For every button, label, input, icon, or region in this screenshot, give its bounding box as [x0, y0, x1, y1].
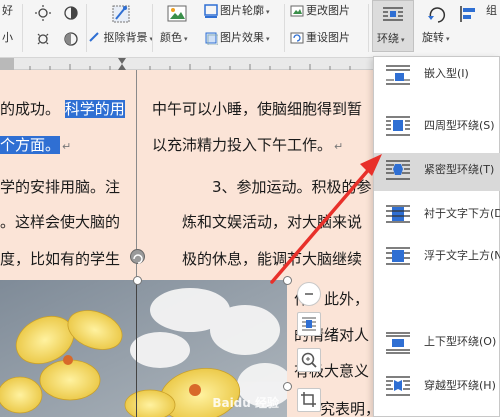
change-picture-button[interactable]: 更改图片: [306, 4, 350, 18]
zoom-in-icon: [301, 352, 317, 368]
crop-picture-button[interactable]: [297, 388, 321, 412]
collapse-tool-button[interactable]: [297, 282, 321, 306]
picture-outline-button[interactable]: 图片轮廓 ▾: [220, 4, 270, 19]
tight-wrap-icon: [386, 160, 410, 180]
rotation-handle[interactable]: [130, 249, 145, 264]
reset-picture-icon: [290, 32, 304, 44]
change-picture-icon: [290, 5, 304, 17]
right-line-1[interactable]: 中午可以小睡，使脑细胞得到暂: [152, 100, 362, 118]
left-line-2[interactable]: 个方面。 ↵: [0, 136, 71, 156]
rotate-handle-icon: [133, 254, 143, 264]
column-separator-over-picture: [136, 280, 137, 417]
document-page[interactable]: 的成功。 科学的用 个方面。 ↵ 学的安排用脑。注 。这样会使大脑的 度，比如有的…: [0, 70, 380, 417]
remove-background-small-icon: [89, 32, 99, 42]
right-line-5[interactable]: 极的休息，能调节大脑继续: [182, 250, 362, 268]
resize-handle-right[interactable]: [283, 382, 292, 391]
ribbon-divider: [368, 4, 369, 52]
wrap-text-button[interactable]: 环绕 ▾: [372, 0, 414, 52]
selected-picture[interactable]: Baidu 经验: [0, 280, 287, 417]
ribbon-divider: [152, 4, 153, 52]
wrapped-line-4[interactable]: 究表明，情绪的: [320, 400, 380, 417]
align-icon[interactable]: [458, 4, 478, 24]
ribbon-divider: [284, 4, 285, 52]
menu-item-square[interactable]: 四周型环绕(S): [374, 109, 500, 145]
brightness-up-icon[interactable]: [34, 4, 52, 22]
layout-options-icon: [302, 317, 316, 331]
minus-icon: [305, 293, 313, 295]
menu-item-in-front-of-text[interactable]: 浮于文字上方(N): [374, 239, 500, 275]
reset-picture-button[interactable]: 重设图片: [306, 31, 350, 45]
align-button[interactable]: 组: [486, 4, 497, 18]
left-line-5[interactable]: 度，比如有的学生: [0, 250, 120, 268]
left-line-1[interactable]: 的成功。 科学的用: [0, 100, 125, 118]
crop-icon: [301, 392, 316, 407]
right-line-4[interactable]: 炼和文娱活动，对大脑来说: [182, 213, 362, 231]
picture-effects-icon: [205, 32, 218, 45]
rotate-icon[interactable]: [426, 4, 448, 26]
ribbon-left-label-2: 小: [2, 31, 13, 44]
horizontal-ruler[interactable]: [0, 58, 380, 70]
wrap-text-dropdown: 嵌入型(I) 四周型环绕(S) 紧密型环绕(T) 衬于文字下方(D) 浮于文字上…: [373, 56, 500, 417]
resize-handle-top[interactable]: [133, 276, 142, 285]
top-bottom-wrap-icon: [386, 332, 410, 354]
menu-item-behind-text[interactable]: 衬于文字下方(D): [374, 197, 500, 233]
contrast-down-icon[interactable]: [62, 30, 80, 48]
watermark: Baidu 经验: [212, 396, 279, 410]
right-line-2[interactable]: 以充沛精力投入下午工作。 ↵: [152, 136, 343, 156]
color-button[interactable]: 颜色 ▾: [160, 31, 188, 46]
remove-background-icon[interactable]: [110, 3, 132, 25]
brightness-down-icon[interactable]: [34, 30, 52, 48]
menu-item-top-and-bottom[interactable]: 上下型环绕(O): [374, 325, 500, 361]
right-line-3[interactable]: 3、参加运动。积极的参: [212, 178, 372, 196]
square-wrap-icon: [386, 116, 410, 136]
ruler-indent-marker: [118, 58, 126, 64]
layout-options-button[interactable]: [297, 312, 321, 336]
rotate-button[interactable]: 旋转 ▾: [422, 31, 450, 46]
behind-text-icon: [386, 205, 410, 223]
picture-color-icon[interactable]: [166, 3, 188, 25]
zoom-picture-button[interactable]: [297, 348, 321, 372]
left-line-4[interactable]: 。这样会使大脑的: [0, 213, 120, 231]
ribbon-divider: [86, 4, 87, 52]
resize-handle-top-right[interactable]: [283, 276, 292, 285]
ribbon-left-label-1: 好: [2, 4, 13, 17]
wrap-text-icon: [383, 7, 403, 21]
ribbon-toolbar: 好 小 抠除背景▾ 颜色▾ 图片轮廓▾ 图片效果▾: [0, 0, 500, 58]
menu-item-inline[interactable]: 嵌入型(I): [374, 57, 500, 93]
ribbon-divider: [22, 4, 23, 52]
left-line-3[interactable]: 学的安排用脑。注: [0, 178, 120, 196]
inline-wrap-icon: [386, 65, 410, 85]
ruler-ticks: [29, 58, 351, 70]
picture-effects-button[interactable]: 图片效果 ▾: [220, 31, 270, 46]
in-front-of-text-icon: [386, 247, 410, 265]
remove-background-button[interactable]: 抠除背景▾: [88, 31, 153, 46]
menu-item-tight[interactable]: 紧密型环绕(T): [374, 153, 500, 191]
through-wrap-icon: [386, 376, 410, 396]
contrast-up-icon[interactable]: [62, 4, 80, 22]
picture-outline-icon: [204, 4, 218, 18]
menu-item-through[interactable]: 穿越型环绕(H): [374, 369, 500, 405]
